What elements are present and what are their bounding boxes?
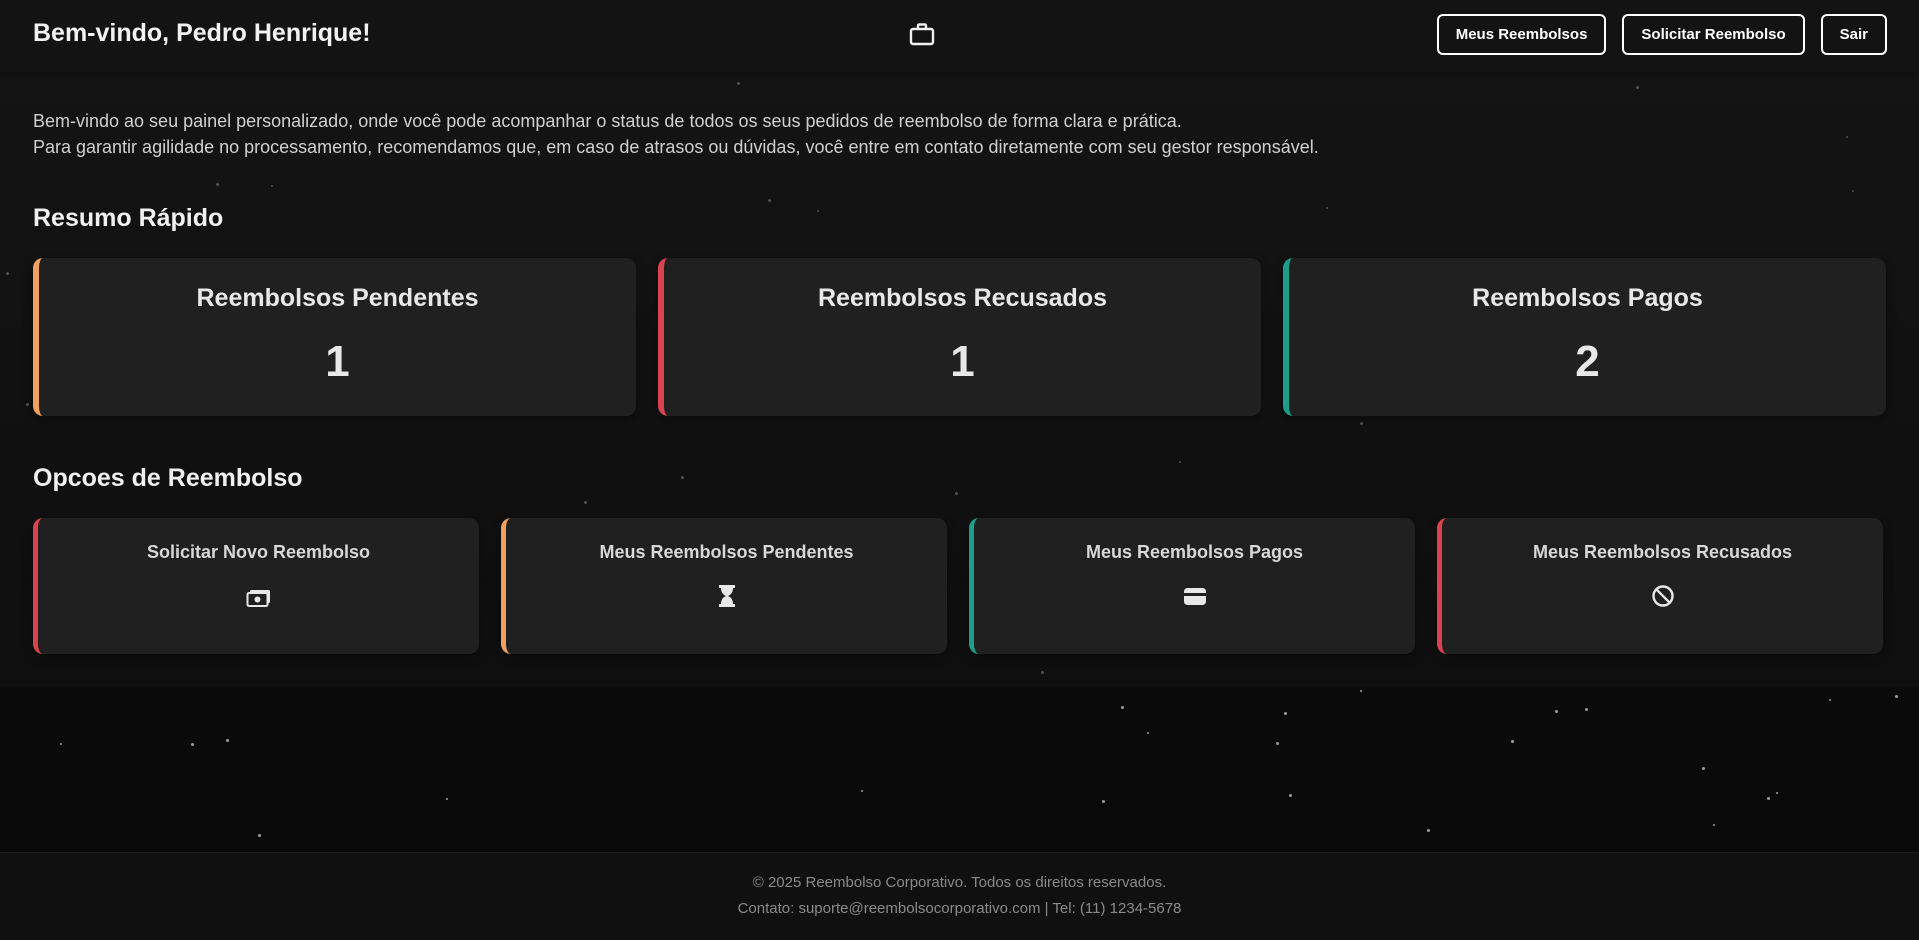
summary-card-paid: Reembolsos Pagos 2 [1283,258,1886,416]
money-bill-icon [246,590,270,607]
option-card-label: Meus Reembolsos Pendentes [599,542,854,562]
option-card-label: Solicitar Novo Reembolso [146,542,371,562]
page: Bem-vindo, Pedro Henrique! Meus Reembols… [0,0,1919,940]
star-dot [60,743,62,745]
header-nav: Meus Reembolsos Solicitar Reembolso Sair [1436,14,1887,55]
star-dot [1776,792,1778,794]
star-dot [1427,829,1430,832]
option-card-paid[interactable]: Meus Reembolsos Pagos [969,518,1415,654]
intro-line-1: Bem-vindo ao seu painel personalizado, o… [33,111,1182,131]
star-dot [1702,767,1705,770]
summary-card-value: 1 [950,337,975,386]
summary-card-label: Reembolsos Pagos [1472,284,1703,312]
star-dot [1284,712,1287,715]
star-dot [1585,708,1588,711]
option-card-pending[interactable]: Meus Reembolsos Pendentes [501,518,947,654]
star-dot [1360,690,1362,692]
main-content: Bem-vindo ao seu painel personalizado, o… [0,72,1919,687]
star-dot [861,790,863,792]
star-dot [1895,695,1898,698]
intro-line-2: Para garantir agilidade no processamento… [33,137,1319,157]
option-card-refused[interactable]: Meus Reembolsos Recusados [1437,518,1883,654]
option-card-new-request[interactable]: Solicitar Novo Reembolso [33,518,479,654]
star-dot [1147,732,1149,734]
star-dot [1276,742,1279,745]
star-dot [446,798,448,800]
intro-text: Bem-vindo ao seu painel personalizado, o… [33,108,1319,160]
logout-button[interactable]: Sair [1820,14,1887,55]
footer-contact: Contato: suporte@reembolsocorporativo.co… [737,900,1182,917]
briefcase-icon [909,23,935,46]
footer-copyright: © 2025 Reembolso Corporativo. Todos os d… [752,874,1167,891]
request-reimbursement-button[interactable]: Solicitar Reembolso [1622,14,1805,55]
summary-section-title: Resumo Rápido [33,204,224,232]
star-dot [1102,800,1105,803]
ban-icon [1651,585,1674,607]
option-card-label: Meus Reembolsos Pagos [1085,542,1304,562]
star-dot [226,739,229,742]
options-section-title: Opcoes de Reembolso [33,464,303,492]
star-dot [1767,797,1770,800]
summary-card-pending: Reembolsos Pendentes 1 [33,258,636,416]
summary-card-refused: Reembolsos Recusados 1 [658,258,1261,416]
summary-cards: Reembolsos Pendentes 1 Reembolsos Recusa… [33,258,1886,416]
option-card-label: Meus Reembolsos Recusados [1532,542,1793,562]
welcome-title: Bem-vindo, Pedro Henrique! [33,19,371,47]
star-dot [1555,710,1558,713]
hourglass-icon [718,585,735,607]
option-cards: Solicitar Novo Reembolso Meus Reembolsos… [33,518,1883,654]
star-dot [258,834,261,837]
star-dot [1829,699,1831,701]
wallet-icon [1183,588,1206,605]
star-dot [1289,794,1292,797]
summary-card-value: 2 [1575,337,1600,386]
my-reimbursements-button[interactable]: Meus Reembolsos [1436,14,1607,55]
star-dot [1511,740,1514,743]
summary-card-label: Reembolsos Recusados [818,284,1107,312]
star-dot [191,743,194,746]
star-dot [1713,824,1715,826]
summary-card-label: Reembolsos Pendentes [196,284,479,312]
top-navbar: Bem-vindo, Pedro Henrique! Meus Reembols… [0,0,1919,72]
page-footer: © 2025 Reembolso Corporativo. Todos os d… [0,852,1919,940]
star-dot [1121,706,1124,709]
summary-card-value: 1 [325,337,350,386]
